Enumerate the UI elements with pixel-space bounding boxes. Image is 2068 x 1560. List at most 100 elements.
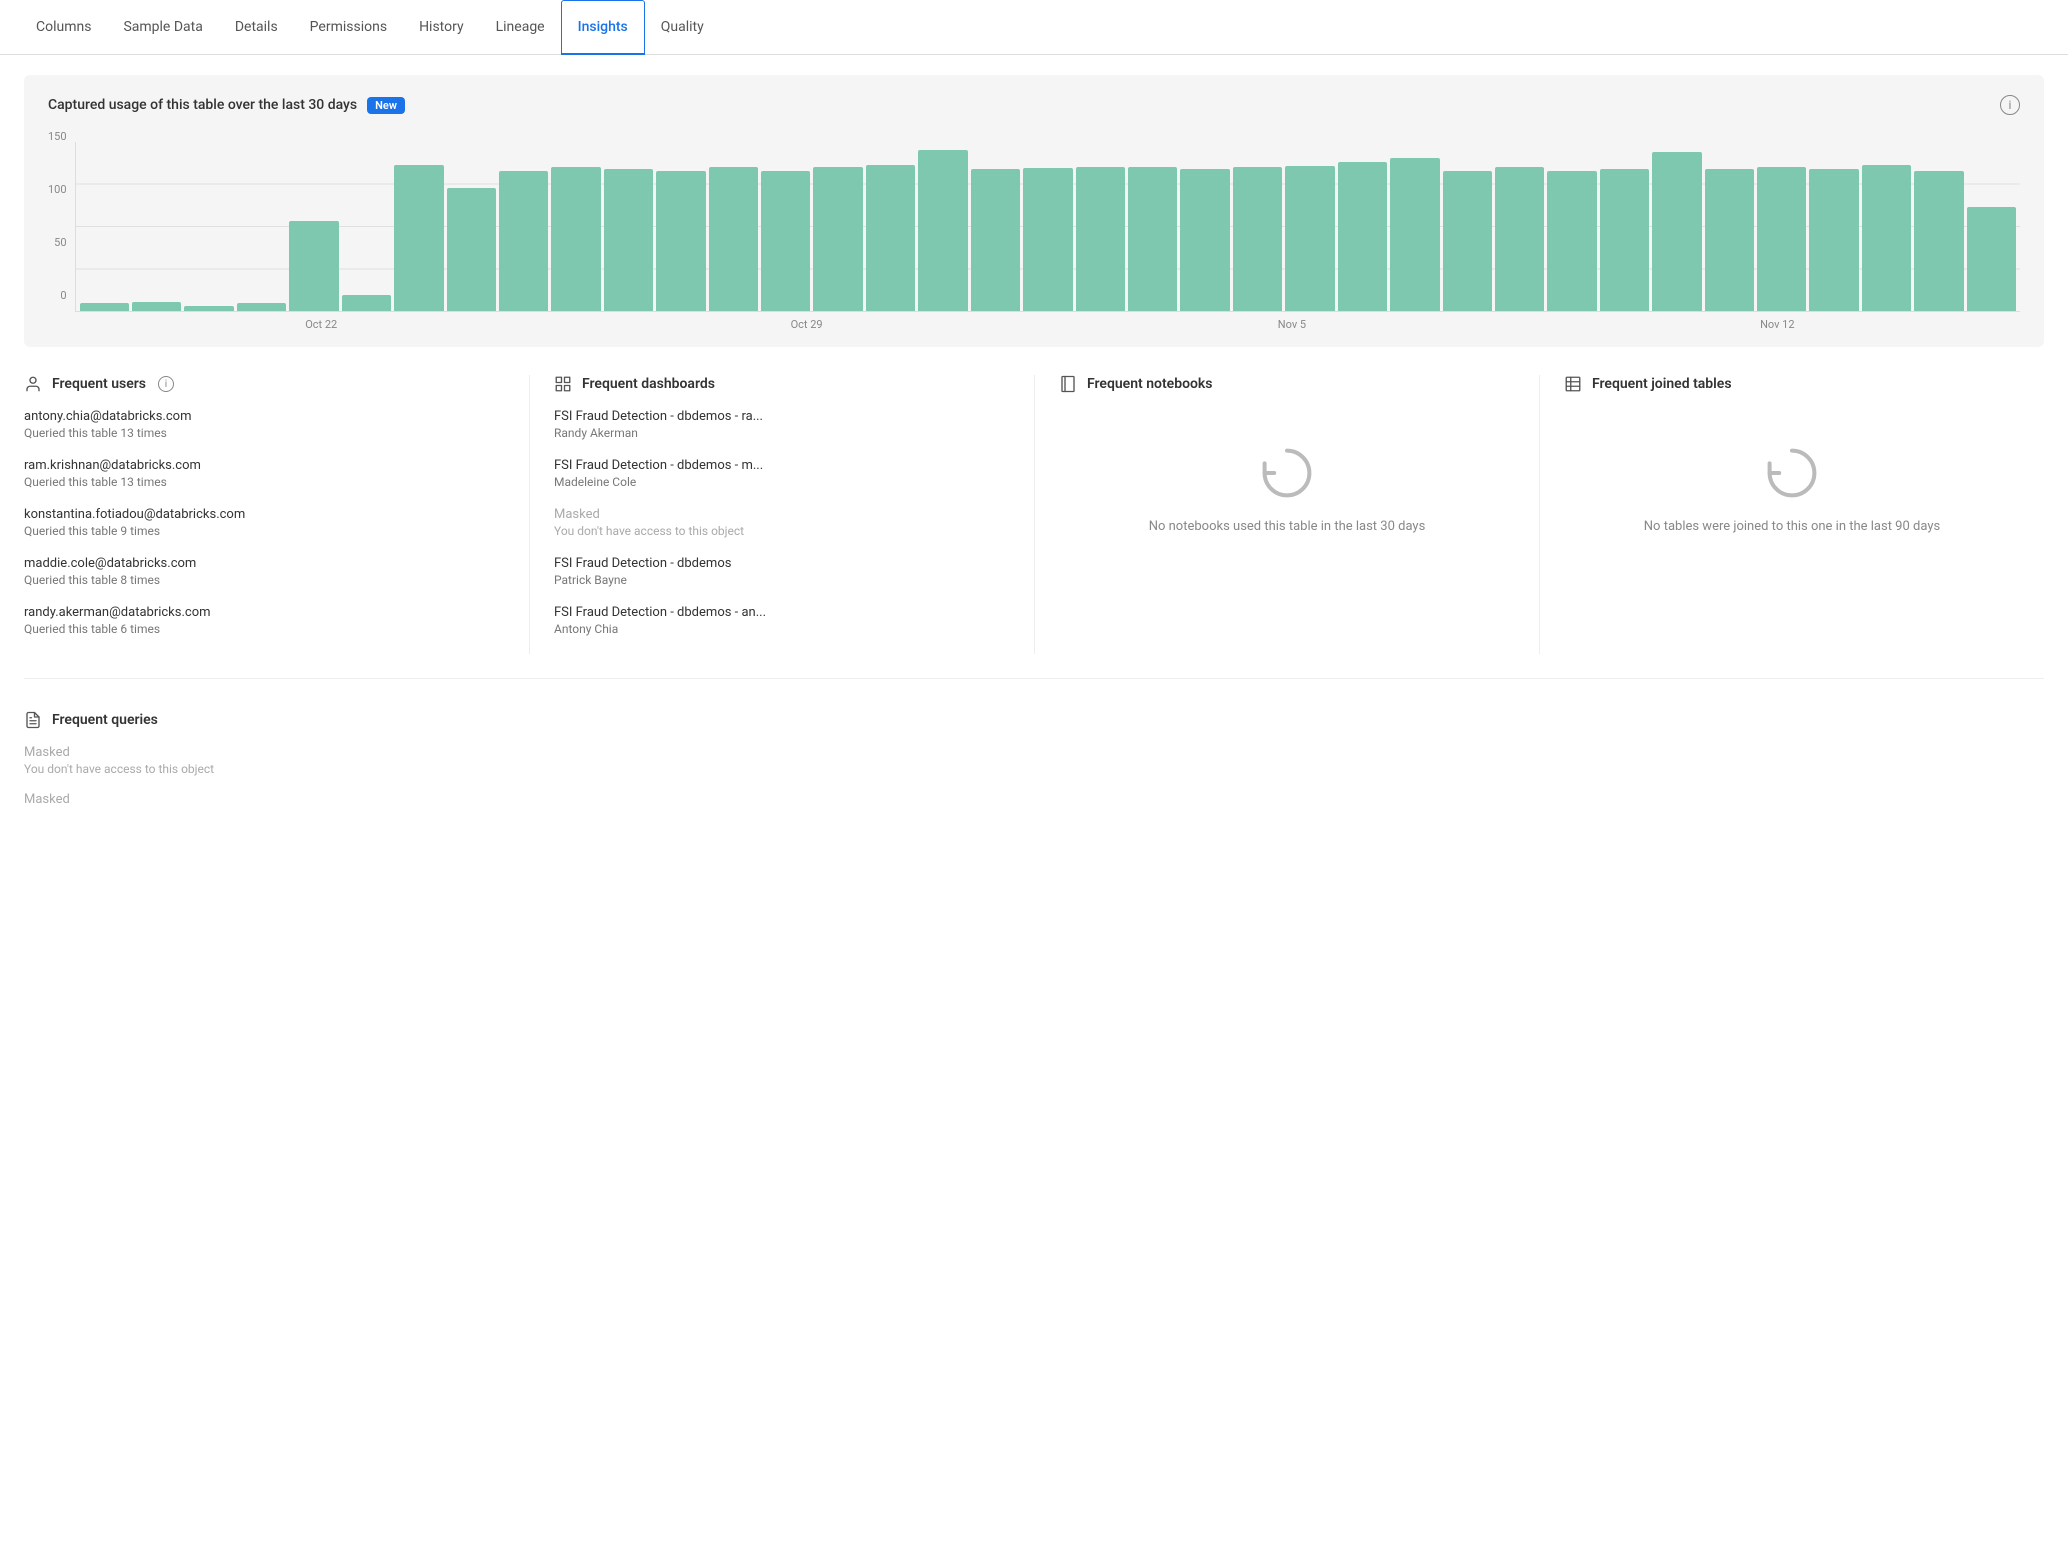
user-icon [24,375,42,393]
bar-27 [1495,167,1544,311]
bar-35 [1914,171,1963,311]
bar-31 [1705,169,1754,311]
frequent-queries-header: Frequent queries [24,711,2044,729]
x-label-nov5: Nov 5 [1278,318,1306,331]
y-label-50: 50 [48,237,67,248]
chart-header: Captured usage of this table over the la… [48,95,2020,115]
user-email-3: maddie.cole@databricks.com [24,556,505,571]
frequent-queries-title: Frequent queries [52,712,158,728]
bars-area [75,142,2020,312]
frequent-dashboards-col: Frequent dashboards FSI Fraud Detection … [529,375,1034,654]
joined-tables-empty-state: No tables were joined to this one in the… [1564,409,2020,569]
x-label-group-oct29: Oct 29 [564,318,1049,331]
chart-y-axis: 150 100 50 0 [48,131,75,301]
bar-36 [1967,207,2016,311]
joined-tables-history-icon [1760,441,1824,505]
frequent-joined-tables-col: Frequent joined tables No tables were jo… [1539,375,2044,654]
tab-columns[interactable]: Columns [20,1,107,55]
bar-5 [342,295,391,311]
bar-24 [1338,162,1387,311]
tab-bar: Columns Sample Data Details Permissions … [0,0,2068,55]
bar-22 [1233,167,1282,311]
dashboard-item-4: FSI Fraud Detection - dbdemos - an... An… [554,605,1010,636]
frequent-queries-section: Frequent queries Masked You don't have a… [24,711,2044,807]
user-query-0: Queried this table 13 times [24,426,505,440]
frequent-users-col: Frequent users i antony.chia@databricks.… [24,375,529,654]
query-icon [24,711,42,729]
x-label-nov12: Nov 12 [1760,318,1794,331]
frequent-users-info-icon[interactable]: i [158,376,174,392]
query-no-access-0: You don't have access to this object [24,762,2044,776]
new-badge: New [367,97,405,114]
y-label-0: 0 [48,290,67,301]
joined-tables-empty-text: No tables were joined to this one in the… [1644,517,1940,537]
bar-11 [656,171,705,311]
chart-info-icon[interactable]: i [2000,95,2020,115]
dashboard-item-0: FSI Fraud Detection - dbdemos - ra... Ra… [554,409,1010,440]
tab-insights[interactable]: Insights [561,0,645,55]
dashboard-name-3: FSI Fraud Detection - dbdemos [554,556,1010,571]
frequent-dashboards-header: Frequent dashboards [554,375,1010,393]
bar-2 [184,306,233,311]
bar-19 [1076,167,1125,311]
user-query-1: Queried this table 13 times [24,475,505,489]
notebooks-history-icon [1255,441,1319,505]
bar-32 [1757,167,1806,311]
bar-15 [866,165,915,311]
x-label-group-oct22: Oct 22 [79,318,564,331]
frequent-users-header: Frequent users i [24,375,505,393]
tab-permissions[interactable]: Permissions [294,1,403,55]
chart-title: Captured usage of this table over the la… [48,97,405,114]
insights-grid: Frequent users i antony.chia@databricks.… [24,375,2044,679]
bar-16 [918,150,967,311]
x-labels: Oct 22 Oct 29 Nov 5 Nov 12 [75,318,2020,331]
dashboard-name-1: FSI Fraud Detection - dbdemos - m... [554,458,1010,473]
chart-body: Oct 22 Oct 29 Nov 5 Nov 12 [75,142,2020,331]
frequent-notebooks-header: Frequent notebooks [1059,375,1515,393]
dashboard-item-3: FSI Fraud Detection - dbdemos Patrick Ba… [554,556,1010,587]
tab-details[interactable]: Details [219,1,294,55]
tab-history[interactable]: History [403,1,480,55]
user-query-2: Queried this table 9 times [24,524,505,538]
bar-7 [447,188,496,311]
bar-34 [1862,165,1911,311]
frequent-notebooks-col: Frequent notebooks No notebooks used thi… [1034,375,1539,654]
chart-title-text: Captured usage of this table over the la… [48,97,357,113]
user-email-1: ram.krishnan@databricks.com [24,458,505,473]
tab-lineage[interactable]: Lineage [480,1,561,55]
bar-18 [1023,168,1072,311]
dashboard-owner-1: Madeleine Cole [554,475,1010,489]
tab-quality[interactable]: Quality [645,1,720,55]
bar-4 [289,221,338,311]
y-label-100: 100 [48,184,67,195]
y-label-150: 150 [48,131,67,142]
dashboard-owner-4: Antony Chia [554,622,1010,636]
tab-sample-data[interactable]: Sample Data [107,1,218,55]
bar-21 [1180,169,1229,311]
dashboard-icon [554,375,572,393]
bar-23 [1285,166,1334,311]
query-item-1: Masked [24,792,2044,807]
dashboard-item-1: FSI Fraud Detection - dbdemos - m... Mad… [554,458,1010,489]
user-item-3: maddie.cole@databricks.com Queried this … [24,556,505,587]
bar-10 [604,169,653,311]
user-query-4: Queried this table 6 times [24,622,505,636]
user-email-2: konstantina.fotiadou@databricks.com [24,507,505,522]
main-content: Captured usage of this table over the la… [0,55,2068,843]
bar-17 [971,169,1020,311]
notebooks-empty-state: No notebooks used this table in the last… [1059,409,1515,569]
table-icon [1564,375,1582,393]
bar-25 [1390,158,1439,311]
dashboard-name-4: FSI Fraud Detection - dbdemos - an... [554,605,1010,620]
user-item-4: randy.akerman@databricks.com Queried thi… [24,605,505,636]
user-item-1: ram.krishnan@databricks.com Queried this… [24,458,505,489]
dashboard-owner-3: Patrick Bayne [554,573,1010,587]
query-masked-1: Masked [24,792,2044,807]
bar-9 [551,167,600,312]
frequent-dashboards-title: Frequent dashboards [582,376,715,392]
user-item-2: konstantina.fotiadou@databricks.com Quer… [24,507,505,538]
bar-26 [1443,171,1492,311]
chart-section: Captured usage of this table over the la… [24,75,2044,347]
x-label-oct22: Oct 22 [305,318,337,331]
bar-33 [1809,169,1858,311]
